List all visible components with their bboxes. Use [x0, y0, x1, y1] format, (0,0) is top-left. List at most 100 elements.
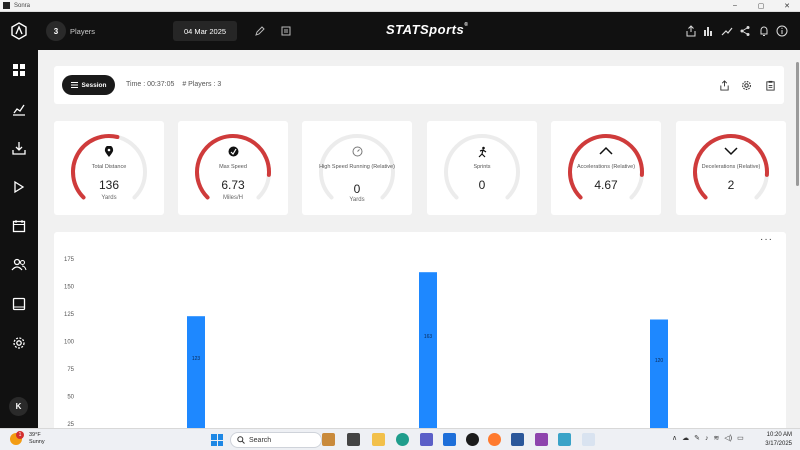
share-icon[interactable] [738, 24, 752, 38]
gauge-ring [444, 134, 520, 200]
bar-data-label: 123 [192, 356, 201, 362]
edit-icon[interactable] [253, 24, 267, 38]
edge-browser-icon[interactable] [396, 433, 409, 446]
briefcase-app-icon[interactable] [322, 433, 335, 446]
metric-value: 6.73 [221, 178, 245, 192]
clock-date: 3/17/2025 [765, 441, 792, 447]
settings-app-icon[interactable] [558, 433, 571, 446]
grid-icon [13, 64, 25, 76]
word-icon[interactable] [511, 433, 524, 446]
bar-chart-icon[interactable] [701, 24, 715, 38]
metric-card-accelerations[interactable]: Accelerations (Relative) 4.67 [551, 121, 661, 215]
metric-card-max-speed[interactable]: Max Speed 6.73 Miles/H [178, 121, 288, 215]
clipchamp-icon[interactable] [535, 433, 548, 446]
teams-icon[interactable] [420, 433, 433, 446]
y-tick-label: 150 [64, 285, 75, 291]
share-upload-icon[interactable] [684, 24, 698, 38]
users-icon [11, 258, 27, 271]
metric-value: 0 [353, 182, 361, 196]
bar[interactable] [187, 316, 205, 428]
main-content: Session Time : 00:37:05 # Players : 3 To… [38, 50, 800, 428]
settings-gear-icon[interactable] [739, 78, 753, 92]
firefox-icon[interactable] [488, 433, 501, 446]
metric-value: 0 [478, 178, 486, 192]
trend-icon[interactable] [720, 24, 734, 38]
clipboard-icon[interactable] [763, 78, 777, 92]
search-icon [237, 436, 245, 444]
file-explorer-icon[interactable] [372, 433, 385, 446]
sidebar: K [0, 50, 38, 428]
system-tray[interactable]: ∧ ☁ ✎ ♪ ≋ ◁) ▭ [672, 434, 744, 443]
weather-temp: 39°F [29, 432, 41, 438]
metric-card-sprints[interactable]: Sprints 0 [427, 121, 537, 215]
taskbar-search[interactable]: Search [230, 432, 322, 448]
windows-start-icon[interactable] [211, 434, 223, 446]
sidebar-item-play[interactable] [0, 175, 38, 199]
chevron-up-tray-icon[interactable]: ∧ [672, 434, 677, 442]
metric-unit: Yards [349, 197, 365, 203]
trend-chart-icon [13, 104, 25, 116]
window-title: Sonra [14, 2, 31, 9]
session-players: # Players : 3 [182, 81, 222, 88]
volume-icon[interactable]: ◁) [724, 434, 732, 442]
pen-icon[interactable]: ✎ [694, 434, 700, 442]
bell-icon[interactable] [757, 24, 771, 38]
minimize-icon[interactable]: – [722, 2, 748, 10]
sidebar-item-settings[interactable] [0, 331, 38, 355]
app-logo-icon[interactable] [0, 12, 38, 50]
metric-card-decelerations[interactable]: Decelerations (Relative) 2 [676, 121, 786, 215]
info-icon[interactable] [775, 24, 789, 38]
brand-mark: ® [464, 22, 469, 28]
export-icon[interactable] [717, 78, 731, 92]
cloud-icon[interactable]: ☁ [682, 434, 689, 442]
y-tick-label: 125 [64, 312, 75, 318]
metric-card-total-distance[interactable]: Total Distance 136 Yards [54, 121, 164, 215]
y-tick-label: 50 [67, 395, 74, 401]
close-icon[interactable]: ✕ [774, 2, 800, 10]
battery-icon[interactable]: ▭ [737, 434, 744, 442]
scrollbar-thumb[interactable] [796, 62, 799, 186]
bar-data-label: 120 [655, 358, 664, 364]
app-icon [3, 2, 10, 9]
speedometer-icon [178, 146, 288, 160]
gauge-small-icon [302, 146, 412, 160]
sidebar-item-analytics[interactable] [0, 97, 38, 121]
outlook-icon[interactable] [443, 433, 456, 446]
gauge-ring [693, 134, 769, 200]
weather-widget[interactable]: 1 39°F Sunny [10, 431, 45, 446]
metric-label: Accelerations (Relative) [576, 164, 636, 170]
microphone-icon[interactable]: ♪ [705, 435, 709, 442]
bar[interactable] [650, 319, 668, 429]
notes-icon[interactable] [279, 24, 293, 38]
search-placeholder: Search [249, 436, 272, 444]
top-header: 3 Players 04 Mar 2025 STATSports® [0, 12, 800, 50]
bar-data-label: 163 [424, 334, 433, 340]
session-info: Time : 00:37:05 # Players : 3 [126, 81, 227, 88]
metric-label: Decelerations (Relative) [701, 164, 761, 170]
sidebar-item-tablet[interactable] [0, 292, 38, 316]
bar[interactable] [419, 272, 437, 428]
gear-icon [13, 337, 25, 349]
task-view-icon[interactable] [347, 433, 360, 446]
taskbar-clock[interactable]: 10:20 AM 3/17/2025 [760, 431, 792, 449]
sidebar-item-download[interactable] [0, 136, 38, 160]
sonra-app-icon[interactable] [582, 433, 595, 446]
notification-badge: 1 [16, 431, 24, 439]
wifi-icon[interactable]: ≋ [714, 434, 720, 442]
app-window: Sonra – ▢ ✕ 3 Players 04 Mar 2025 STATSp… [0, 0, 800, 450]
players-count-badge[interactable]: 3 [46, 21, 66, 41]
metric-card-high-speed-running[interactable]: High Speed Running (Relative) 0 Yards [302, 121, 412, 215]
sidebar-item-dashboard[interactable] [0, 58, 38, 82]
bar-chart: 175150125100755025123163120 [64, 257, 668, 429]
weather-text: 39°F Sunny [29, 432, 45, 446]
app-circle-icon[interactable] [466, 433, 479, 446]
session-button[interactable]: Session [62, 75, 115, 95]
runner-icon [427, 146, 537, 160]
session-bar: Session Time : 00:37:05 # Players : 3 [54, 66, 784, 104]
download-icon [12, 142, 26, 155]
maximize-icon[interactable]: ▢ [748, 2, 774, 10]
avatar[interactable]: K [9, 397, 28, 416]
sidebar-item-calendar[interactable] [0, 214, 38, 238]
date-selector[interactable]: 04 Mar 2025 [173, 21, 237, 41]
sidebar-item-team[interactable] [0, 253, 38, 277]
